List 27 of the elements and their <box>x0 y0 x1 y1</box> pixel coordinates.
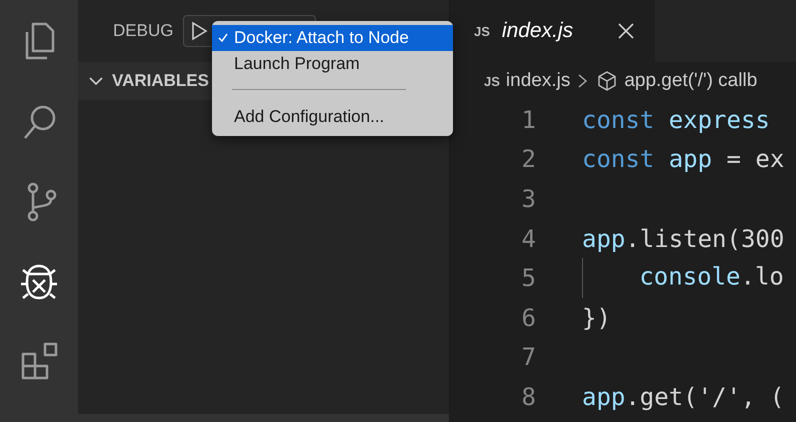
menu-item[interactable]: Add Configuration... <box>212 104 453 130</box>
line-number: 2 <box>520 145 536 174</box>
breadcrumb-item[interactable]: app.get('/') callb <box>624 70 758 92</box>
js-file-icon: JS <box>474 24 490 38</box>
code-line: const app = ex <box>582 145 784 174</box>
line-number: 7 <box>520 343 536 372</box>
code-line: console.lo <box>582 258 784 298</box>
line-number: 8 <box>520 382 536 411</box>
code-line: }) <box>582 304 611 332</box>
line-number: 4 <box>520 224 536 253</box>
close-icon[interactable] <box>617 22 635 40</box>
code-line: app.get('/', ( <box>582 382 784 411</box>
menu-item[interactable]: Docker: Attach to Node <box>212 25 453 51</box>
code-line: const express <box>582 106 770 134</box>
line-number: 5 <box>520 264 536 292</box>
tab-label: index.js <box>502 19 574 43</box>
panel-title: DEBUG <box>113 21 174 41</box>
code-line: app.listen(300 <box>582 224 784 253</box>
cube-icon <box>596 70 618 92</box>
line-number: 1 <box>520 106 536 134</box>
breadcrumb-item[interactable]: index.js <box>506 70 570 92</box>
line-number: 6 <box>520 304 536 332</box>
js-file-icon: JS <box>484 74 500 88</box>
line-number: 3 <box>520 184 536 213</box>
menu-item[interactable]: Launch Program <box>212 51 453 77</box>
play-icon[interactable] <box>190 21 208 41</box>
editor-tab[interactable]: JS index.js <box>450 0 655 62</box>
